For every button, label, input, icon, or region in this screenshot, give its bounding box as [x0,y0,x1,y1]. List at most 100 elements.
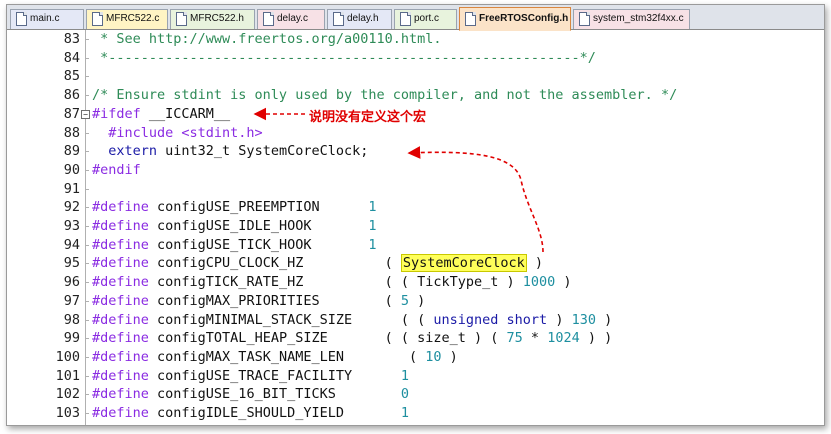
fold-toggle-icon[interactable]: − [81,109,90,119]
code-token: ) [555,274,572,291]
file-icon [465,12,476,26]
code-token: 10 [425,348,442,365]
code-token: * [522,330,548,347]
line-number: 91 [63,180,80,197]
tab-mfrc522-c[interactable]: MFRC522.c [86,9,168,29]
file-icon [176,12,187,26]
tab-label: MFRC522.c [106,13,160,24]
line-number: 87 [63,105,80,122]
tab-main-c[interactable]: main.c [10,9,84,29]
tab-freertosconfig-h[interactable]: FreeRTOSConfig.h [459,7,571,31]
tab-delay-c[interactable]: delay.c [257,9,325,29]
line-number: 92 [63,199,80,216]
line-number: 95 [63,255,80,272]
code-line[interactable]: #include <stdint.h> [92,124,262,143]
code-line[interactable]: *---------------------------------------… [92,49,596,68]
arrow-to-systemcoreclock [407,146,544,253]
code-token: configMINIMAL_STACK_SIZE ( ( [148,311,434,328]
code-line[interactable]: #define configTICK_RATE_HZ ( ( TickType_… [92,273,572,292]
code-line[interactable]: #define configMAX_PRIORITIES ( 5 ) [92,292,425,311]
line-number: 90 [63,161,80,178]
fold-guide-tick [85,95,89,97]
editor-window: main.c MFRC522.c MFRC522.h delay.c delay.h po… [6,4,825,426]
code-line[interactable]: #ifdef __ICCARM__ [92,105,230,124]
code-line[interactable]: #define configCPU_CLOCK_HZ ( SystemCoreC… [92,254,543,273]
line-number: 85 [63,68,80,85]
fold-guide-tick [85,76,89,78]
code-line[interactable]: * See http://www.freertos.org/a00110.htm… [92,30,441,49]
line-number-gutter: 83 84 85 86 87 88 89 90 91 92 93 94 95 96 97 98 99 100 101… [7,30,80,425]
fold-guide-tick [85,207,89,209]
tab-label: delay.c [277,13,308,24]
code-token: #define [92,218,149,234]
code-token: 130 [571,311,596,328]
code-token: configTOTAL_HEAP_SIZE ( ( size_t ) ( [148,330,507,347]
code-token: #define [92,274,149,291]
code-token: configMAX_PRIORITIES ( [148,292,401,309]
code-token: #define [92,255,149,272]
line-number: 100 [55,348,80,365]
code-token: /* Ensure stdint is only used by the com… [92,87,678,104]
code-token: #define [92,330,149,347]
fold-guide-tick [85,57,89,59]
code-token: 1 [368,218,377,234]
code-line[interactable]: extern uint32_t SystemCoreClock; [92,142,368,161]
code-line[interactable]: #define configTOTAL_HEAP_SIZE ( ( size_t… [92,329,612,348]
code-line[interactable]: #define configUSE_PREEMPTION 1 [92,198,377,217]
code-editor[interactable]: 83 84 85 86 87 88 89 90 91 92 93 94 95 96 97 98 99 100 101… [7,30,824,425]
tab-system-stm32f4xx-c[interactable]: system_stm32f4xx.c [573,9,690,29]
fold-guide-tick [85,413,89,414]
code-line[interactable]: #define configUSE_IDLE_HOOK 1 [92,217,377,236]
tab-delay-h[interactable]: delay.h [327,9,392,29]
fold-guide-tick [85,132,89,134]
code-token: configUSE_16_BIT_TICKS [148,386,401,403]
tab-mfrc522-h[interactable]: MFRC522.h [170,9,255,29]
fold-guide-tick [85,394,89,396]
code-token: configMAX_TASK_NAME_LEN ( [148,348,426,365]
file-icon [333,12,344,26]
code-token: 1 [368,236,377,253]
code-line[interactable]: #define configUSE_TRACE_FACILITY 1 [92,367,409,386]
code-token: configIDLE_SHOULD_YIELD [148,405,401,421]
code-token: configUSE_TICK_HOOK [148,236,369,253]
file-icon [92,12,103,26]
code-line[interactable]: #endif [92,161,141,180]
line-number: 94 [63,236,80,253]
fold-guide-tick [85,226,89,227]
code-token: 1000 [522,274,556,291]
code-token: ) [547,311,572,328]
fold-guide-tick [85,300,89,302]
line-number: 88 [63,124,80,141]
code-line[interactable]: #define configUSE_16_BIT_TICKS 0 [92,385,409,404]
code-token: #define [92,292,149,309]
tab-label: delay.h [347,13,379,24]
code-token: #define [92,199,149,216]
tab-label: MFRC522.h [190,13,244,24]
fold-guide-tick [85,188,89,190]
line-number: 86 [63,87,80,104]
code-line[interactable]: #define configMAX_TASK_NAME_LEN ( 10 ) [92,348,458,367]
code-token: 5 [400,292,410,309]
line-number: 101 [55,367,80,384]
code-line[interactable]: /* Ensure stdint is only used by the com… [92,86,677,105]
code-token: 1 [368,199,377,216]
code-token: ) [526,255,544,272]
highlighted-token: SystemCoreClock [400,254,527,273]
code-token: *---------------------------------------… [92,49,596,66]
code-token: ) [409,292,426,309]
file-icon [16,12,27,26]
code-line[interactable]: #define configUSE_TICK_HOOK 1 [92,236,377,255]
tab-port-c[interactable]: port.c [394,9,457,29]
tab-label: main.c [30,13,60,24]
line-number: 99 [63,330,80,347]
code-token: #define [92,386,149,403]
file-tab-bar: main.c MFRC522.c MFRC522.h delay.c delay.h po… [7,5,824,31]
code-line[interactable]: #define configIDLE_SHOULD_YIELD 1 [92,404,409,423]
code-token: uint32_t SystemCoreClock; [157,143,369,160]
line-number: 83 [63,31,80,47]
fold-guide-tick [85,375,89,377]
fold-guide-tick [85,338,89,340]
fold-guide-tick [85,356,89,358]
code-token: ) [441,348,458,365]
code-line[interactable]: #define configMINIMAL_STACK_SIZE ( ( uns… [92,311,612,330]
